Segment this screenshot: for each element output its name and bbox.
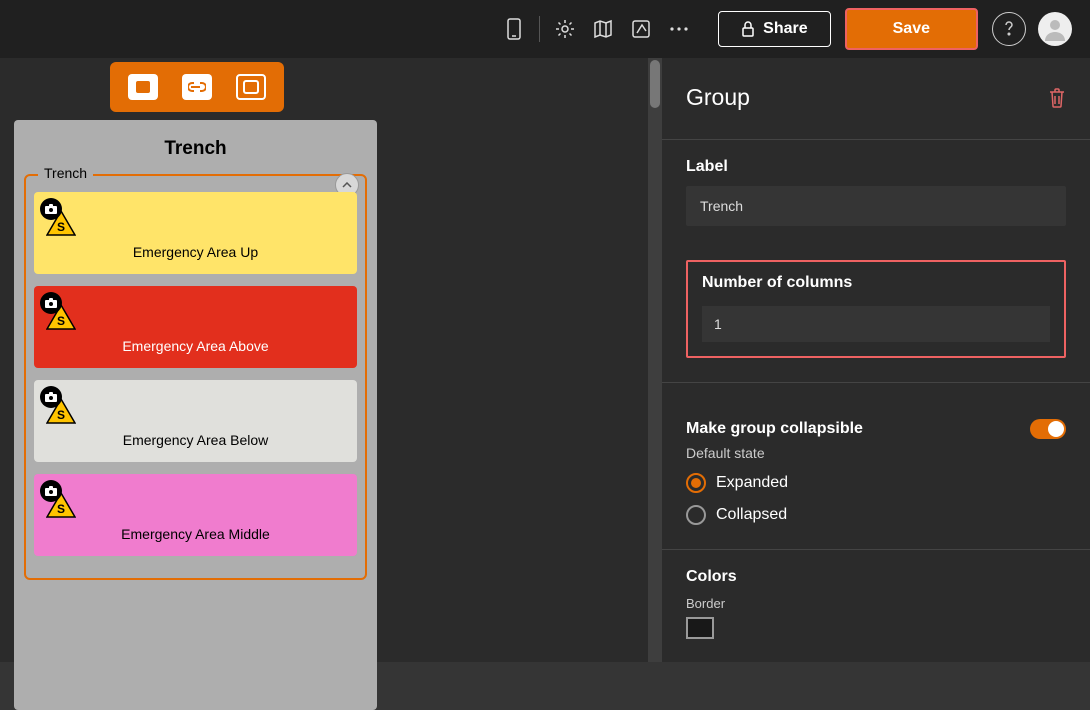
card-emergency-below[interactable]: S Emergency Area Below	[34, 380, 357, 462]
lock-icon	[741, 21, 755, 37]
card-emergency-above[interactable]: S Emergency Area Above	[34, 286, 357, 368]
warning-icon: S	[46, 398, 345, 424]
card-label: Emergency Area Middle	[46, 526, 345, 542]
tab-page[interactable]	[128, 74, 158, 100]
collapsible-title: Make group collapsible	[686, 420, 863, 438]
card-label: Emergency Area Up	[46, 244, 345, 260]
card-emergency-middle[interactable]: S Emergency Area Middle	[34, 474, 357, 556]
panel-heading: Group	[686, 84, 750, 111]
group-legend: Trench	[38, 165, 93, 181]
card-label: Emergency Area Above	[46, 338, 345, 354]
warning-icon: S	[46, 210, 345, 236]
share-label: Share	[763, 20, 807, 38]
columns-input[interactable]: 1	[702, 306, 1050, 342]
svg-text:S: S	[57, 220, 65, 234]
top-toolbar: Share Save	[0, 0, 1090, 58]
form-canvas: Trench Trench S Emergency Area Up S Emer…	[14, 120, 377, 710]
default-state-label: Default state	[686, 445, 1066, 461]
columns-section: Number of columns 1	[686, 260, 1066, 358]
camera-icon	[40, 198, 62, 220]
form-canvas-area: Trench Trench S Emergency Area Up S Emer…	[0, 58, 648, 662]
border-label: Border	[686, 596, 1066, 611]
map-icon[interactable]	[584, 10, 622, 48]
theme-icon[interactable]	[622, 10, 660, 48]
radio-collapsed[interactable]: Collapsed	[686, 505, 1066, 525]
tab-group[interactable]	[236, 74, 266, 100]
label-input[interactable]: Trench	[686, 186, 1066, 226]
collapsed-label: Collapsed	[716, 506, 787, 524]
user-avatar[interactable]	[1038, 12, 1072, 46]
columns-title: Number of columns	[702, 274, 1050, 292]
svg-text:S: S	[57, 408, 65, 422]
tab-link[interactable]	[182, 74, 212, 100]
canvas-scrollbar[interactable]	[648, 58, 662, 662]
camera-icon	[40, 480, 62, 502]
radio-expanded[interactable]: Expanded	[686, 473, 1066, 493]
settings-gear-icon[interactable]	[546, 10, 584, 48]
camera-icon	[40, 386, 62, 408]
svg-text:S: S	[57, 314, 65, 328]
page-title: Trench	[14, 138, 377, 160]
group-container[interactable]: Trench S Emergency Area Up S Emergency A…	[24, 174, 367, 580]
warning-icon: S	[46, 304, 345, 330]
card-label: Emergency Area Below	[46, 432, 345, 448]
colors-title: Colors	[686, 568, 1066, 586]
card-emergency-up[interactable]: S Emergency Area Up	[34, 192, 357, 274]
share-button[interactable]: Share	[718, 11, 830, 47]
device-preview-icon[interactable]	[495, 10, 533, 48]
warning-icon: S	[46, 492, 345, 518]
help-button[interactable]	[992, 12, 1026, 46]
svg-text:S: S	[57, 502, 65, 516]
more-options-icon[interactable]	[660, 10, 698, 48]
expanded-label: Expanded	[716, 474, 788, 492]
camera-icon	[40, 292, 62, 314]
border-color-swatch[interactable]	[686, 617, 714, 639]
delete-button[interactable]	[1048, 87, 1066, 109]
element-type-tabs	[110, 62, 284, 112]
properties-panel: Group Label Trench Number of columns 1 M…	[662, 58, 1090, 662]
label-title: Label	[686, 158, 1066, 176]
save-label: Save	[893, 20, 930, 37]
save-button[interactable]: Save	[845, 8, 978, 50]
collapsible-toggle[interactable]	[1030, 419, 1066, 439]
